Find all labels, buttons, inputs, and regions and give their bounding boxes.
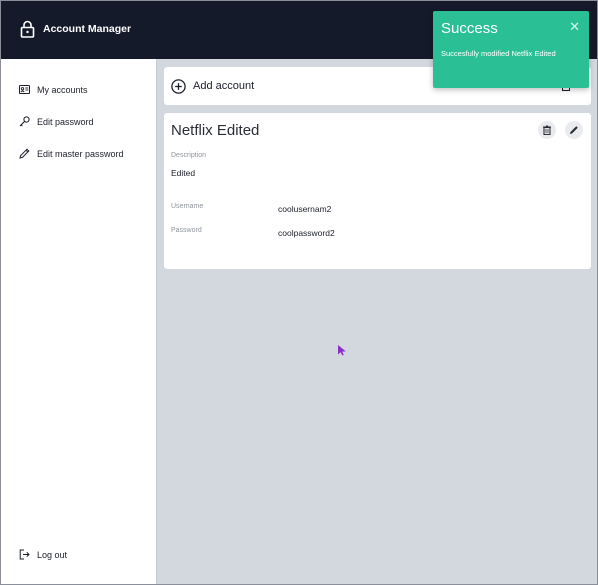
mouse-cursor-icon: [338, 345, 346, 356]
id-card-icon: [19, 85, 30, 94]
edit-account-button[interactable]: [565, 121, 583, 139]
pencil-icon: [19, 148, 30, 159]
toast-message: Succesfully modified Netflix Edited: [441, 49, 556, 58]
app-brand: Account Manager: [20, 20, 131, 38]
delete-account-button[interactable]: [538, 121, 556, 139]
pencil-icon: [570, 126, 578, 134]
account-card: Netflix Edited Description Edited Userna…: [164, 113, 591, 269]
toast-title: Success: [441, 20, 498, 37]
success-toast: Success ✕ Succesfully modified Netflix E…: [433, 11, 589, 88]
sidebar-item-label: Edit password: [37, 116, 94, 127]
key-icon: [19, 116, 30, 127]
password-value[interactable]: coolpassword2: [278, 228, 335, 238]
sidebar-item-edit-password[interactable]: Edit password: [19, 116, 94, 127]
app-title: Account Manager: [43, 23, 132, 35]
close-icon[interactable]: ✕: [569, 19, 580, 35]
lock-icon: [20, 20, 35, 38]
plus-circle-icon: [171, 78, 186, 94]
main-content: Add account Netflix Edited Description E…: [157, 59, 597, 584]
sidebar-item-edit-master-password[interactable]: Edit master password: [19, 148, 124, 159]
add-account-button[interactable]: Add account: [171, 78, 255, 94]
username-value[interactable]: coolusernam2: [278, 204, 331, 214]
app-window: Account Manager My accounts Edit passwor…: [0, 0, 598, 585]
sidebar: My accounts Edit password Edit master pa…: [1, 59, 157, 584]
password-label: Password: [171, 227, 202, 234]
sidebar-item-label: Edit master password: [37, 148, 124, 159]
trash-icon: [543, 125, 551, 135]
sidebar-item-my-accounts[interactable]: My accounts: [19, 84, 88, 95]
username-label: Username: [171, 203, 204, 210]
logout-icon: [19, 549, 30, 560]
logout-label: Log out: [37, 549, 68, 560]
account-title: Netflix Edited: [171, 122, 260, 139]
sidebar-item-label: My accounts: [37, 84, 88, 95]
description-label: Description: [171, 152, 207, 159]
logout-button[interactable]: Log out: [19, 549, 67, 560]
description-value: Edited: [171, 168, 196, 178]
add-account-label: Add account: [193, 80, 255, 92]
